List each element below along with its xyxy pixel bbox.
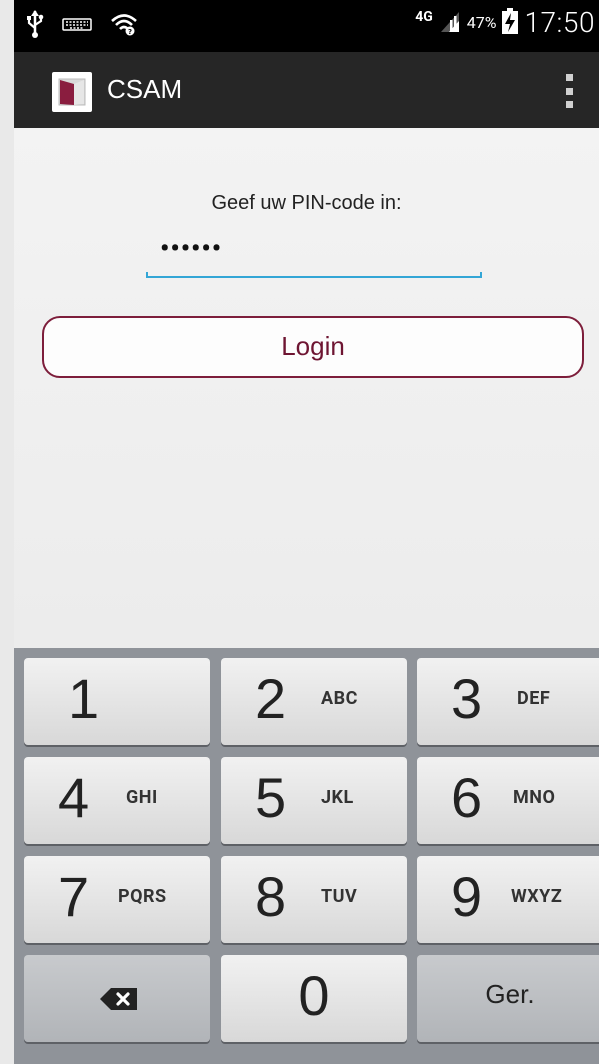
key-6[interactable]: 6 MNO bbox=[417, 757, 599, 844]
key-2-letters: ABC bbox=[321, 688, 358, 709]
login-button[interactable]: Login bbox=[42, 316, 584, 378]
svg-text:?: ? bbox=[128, 28, 132, 36]
key-9[interactable]: 9 WXYZ bbox=[417, 856, 599, 943]
phone-screen: ? 4G 47% 17:50 CSAM Geef uw PIN-code in:… bbox=[0, 0, 599, 1064]
key-5-digit: 5 bbox=[255, 766, 287, 829]
key-0[interactable]: 0 bbox=[221, 955, 407, 1042]
key-8-digit: 8 bbox=[255, 865, 287, 928]
backspace-key[interactable] bbox=[24, 955, 210, 1042]
wifi-icon: ? bbox=[110, 12, 138, 40]
key-5[interactable]: 5 JKL bbox=[221, 757, 407, 844]
key-2[interactable]: 2 ABC bbox=[221, 658, 407, 745]
pin-input[interactable]: •••••• bbox=[146, 232, 482, 278]
key-4[interactable]: 4 GHI bbox=[24, 757, 210, 844]
key-4-digit: 4 bbox=[58, 766, 90, 829]
key-9-digit: 9 bbox=[451, 865, 483, 928]
pin-entry-panel: Geef uw PIN-code in: •••••• Login bbox=[14, 128, 599, 648]
key-9-letters: WXYZ bbox=[511, 886, 563, 907]
key-7-letters: PQRS bbox=[118, 886, 167, 907]
battery-percent: 47% bbox=[466, 13, 497, 32]
numeric-keyboard: 1 2 ABC 3 DEF 4 GHI 5 JKL 6 MNO 7 PQRS 8 bbox=[14, 648, 599, 1064]
overflow-menu-icon[interactable] bbox=[561, 74, 577, 108]
key-0-digit: 0 bbox=[298, 964, 330, 1027]
key-3-letters: DEF bbox=[517, 688, 551, 709]
status-bar: ? 4G 47% 17:50 bbox=[14, 0, 599, 52]
pin-label: Geef uw PIN-code in: bbox=[211, 192, 402, 214]
usb-icon bbox=[26, 10, 44, 42]
key-5-letters: JKL bbox=[321, 787, 354, 808]
app-title: CSAM bbox=[107, 74, 183, 104]
key-8-letters: TUV bbox=[321, 886, 358, 907]
done-key-label: Ger. bbox=[485, 979, 535, 1009]
backspace-icon bbox=[99, 987, 139, 1011]
network-type-text: 4G bbox=[415, 8, 433, 25]
key-3[interactable]: 3 DEF bbox=[417, 658, 599, 745]
key-6-digit: 6 bbox=[451, 766, 483, 829]
key-7[interactable]: 7 PQRS bbox=[24, 856, 210, 943]
key-1[interactable]: 1 bbox=[24, 658, 210, 745]
key-7-digit: 7 bbox=[58, 865, 90, 928]
key-4-letters: GHI bbox=[126, 787, 158, 808]
key-2-digit: 2 bbox=[255, 667, 287, 730]
clock-time: 17:50 bbox=[524, 6, 595, 39]
action-bar: CSAM bbox=[14, 52, 599, 128]
key-1-digit: 1 bbox=[68, 667, 100, 730]
done-key[interactable]: Ger. bbox=[417, 955, 599, 1042]
app-logo-icon[interactable] bbox=[52, 72, 92, 112]
pin-input-value: •••••• bbox=[160, 234, 223, 264]
key-8[interactable]: 8 TUV bbox=[221, 856, 407, 943]
pin-input-underline bbox=[146, 276, 482, 278]
key-6-letters: MNO bbox=[513, 787, 556, 808]
key-3-digit: 3 bbox=[451, 667, 483, 730]
signal-icon bbox=[439, 8, 461, 38]
battery-charging-icon bbox=[502, 7, 519, 38]
keyboard-icon bbox=[62, 15, 92, 37]
